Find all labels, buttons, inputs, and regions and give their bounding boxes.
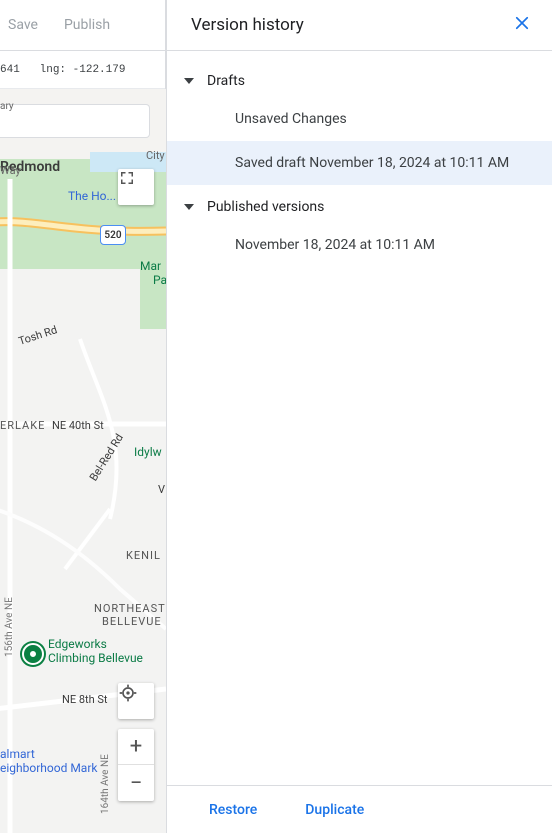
zoom-out-button[interactable]: − [118, 765, 154, 801]
label-marymoor-frag: Mar [140, 259, 161, 273]
label-164ave: 164th Ave NE [100, 754, 111, 814]
label-city-frag: City [146, 149, 165, 162]
version-item-unsaved[interactable]: Unsaved Changes [167, 97, 552, 141]
version-item-published[interactable]: November 18, 2024 at 10:11 AM [167, 223, 552, 267]
minus-icon: − [130, 771, 143, 796]
section-title-published: Published versions [207, 199, 324, 215]
section-toggle-published[interactable]: Published versions [167, 191, 552, 223]
chevron-down-icon [183, 76, 195, 86]
restore-button[interactable]: Restore [209, 802, 257, 818]
label-idylw: Idylw [134, 445, 162, 459]
map-search-input[interactable] [0, 104, 150, 138]
panel-footer: Restore Duplicate [167, 785, 552, 833]
label-v: V [158, 483, 165, 496]
label-walmart-2: eighborhood Mark [0, 761, 97, 775]
label-pa-frag: Pa [153, 273, 166, 287]
lng-value: -122.179 [73, 64, 126, 76]
close-button[interactable] [510, 13, 534, 37]
my-location-button[interactable] [118, 683, 154, 719]
fullscreen-button[interactable] [118, 169, 154, 205]
editor-toolbar: Save Publish [0, 0, 165, 51]
section-title-drafts: Drafts [207, 73, 245, 89]
map-marker-icon[interactable] [22, 643, 44, 665]
label-ne8: NE 8th St [62, 693, 108, 706]
label-ne-bellevue-1: NORTHEAST [94, 602, 166, 615]
map-canvas[interactable]: ary Redmond City Way The Ho... ep... 520… [0, 89, 166, 833]
panel-header: Version history [167, 0, 552, 51]
zoom-control: + − [118, 729, 154, 801]
coordinates-readout: 641 lng: -122.179 [0, 51, 165, 89]
save-button[interactable]: Save [8, 17, 38, 33]
label-walmart-1: almart [0, 747, 35, 761]
zoom-in-button[interactable]: + [118, 729, 154, 765]
version-item-saved-draft[interactable]: Saved draft November 18, 2024 at 10:11 A… [167, 141, 552, 185]
label-156ave: 156th Ave NE [4, 597, 15, 657]
label-erlake: ERLAKE [0, 419, 45, 432]
label-ne-bellevue-2: BELLEVUE [102, 615, 162, 628]
label-kenil: KENIL [126, 549, 161, 562]
label-edgeworks-1: Edgeworks [48, 637, 107, 651]
route-520-shield: 520 [100, 225, 126, 245]
label-way-frag: Way [0, 164, 21, 177]
panel-title: Version history [191, 15, 304, 35]
publish-button[interactable]: Publish [64, 17, 110, 33]
lng-label: lng: [40, 64, 66, 76]
label-library-frag: ary [0, 101, 14, 112]
duplicate-button[interactable]: Duplicate [305, 802, 364, 818]
version-history-panel: Version history Drafts Unsaved Changes S… [166, 0, 552, 833]
panel-body: Drafts Unsaved Changes Saved draft Novem… [167, 51, 552, 785]
lat-frag: 641 [0, 64, 20, 76]
section-toggle-drafts[interactable]: Drafts [167, 65, 552, 97]
plus-icon: + [130, 734, 142, 759]
chevron-down-icon [183, 202, 195, 212]
label-ne40: NE 40th St [52, 419, 104, 432]
label-edgeworks-2: Climbing Bellevue [48, 651, 143, 665]
close-icon [513, 14, 531, 36]
